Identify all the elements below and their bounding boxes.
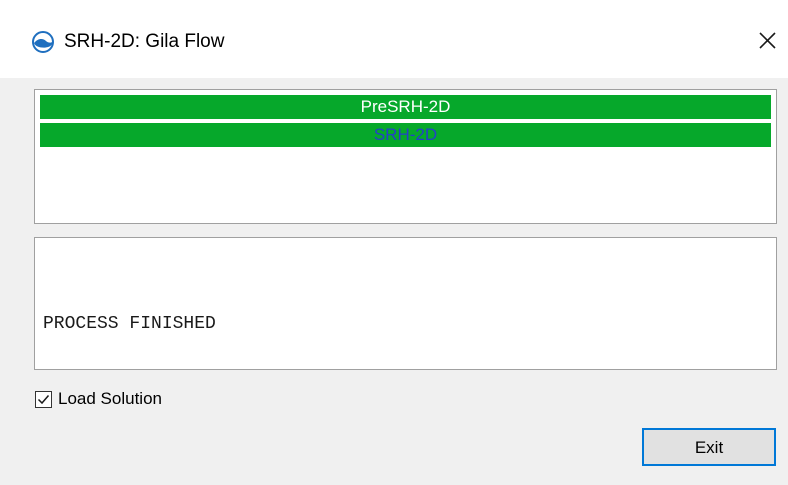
- checkmark-icon: [37, 394, 50, 404]
- load-solution-label: Load Solution: [58, 389, 162, 408]
- srh2d-run-dialog: SRH-2D: Gila Flow PreSRH-2D SRH-2D PROCE…: [0, 0, 788, 485]
- hydraulic-model-icon: [32, 31, 54, 53]
- close-button[interactable]: [750, 24, 784, 58]
- close-icon: [759, 32, 776, 49]
- process-item-srh2d[interactable]: SRH-2D: [40, 123, 771, 147]
- title-bar: SRH-2D: Gila Flow: [0, 0, 788, 78]
- process-list[interactable]: PreSRH-2D SRH-2D: [34, 89, 777, 224]
- exit-button[interactable]: Exit: [642, 428, 776, 466]
- process-item-presrh2d[interactable]: PreSRH-2D: [40, 95, 771, 119]
- output-console[interactable]: PROCESS FINISHED: [34, 237, 777, 370]
- window-title: SRH-2D: Gila Flow: [64, 31, 225, 52]
- checkbox-box[interactable]: [35, 390, 52, 408]
- output-status-text: PROCESS FINISHED: [43, 314, 216, 334]
- load-solution-checkbox[interactable]: Load Solution: [35, 388, 162, 410]
